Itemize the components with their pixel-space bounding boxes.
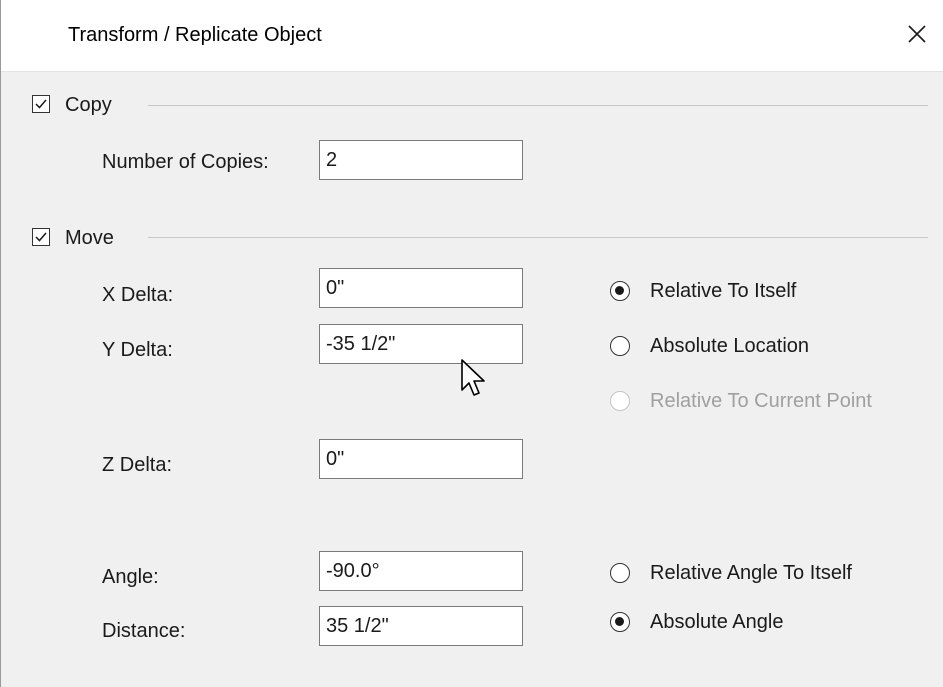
checkmark-icon bbox=[35, 99, 47, 109]
relative-angle-to-itself-label[interactable]: Relative Angle To Itself bbox=[650, 562, 852, 585]
number-of-copies-label: Number of Copies: bbox=[102, 151, 269, 173]
title-bar: Transform / Replicate Object bbox=[1, 0, 943, 72]
dialog-title: Transform / Replicate Object bbox=[68, 24, 322, 46]
copy-checkbox[interactable] bbox=[32, 95, 50, 113]
absolute-location-radio[interactable] bbox=[610, 336, 630, 356]
z-delta-input[interactable] bbox=[319, 439, 523, 479]
relative-to-current-point-radio bbox=[610, 391, 630, 411]
relative-to-current-point-label: Relative To Current Point bbox=[650, 390, 872, 412]
y-delta-label: Y Delta: bbox=[102, 339, 173, 361]
distance-input[interactable] bbox=[319, 606, 523, 646]
angle-label: Angle: bbox=[102, 566, 159, 588]
absolute-location-label[interactable]: Absolute Location bbox=[650, 335, 809, 358]
y-delta-input[interactable] bbox=[319, 324, 523, 364]
angle-input[interactable] bbox=[319, 551, 523, 591]
checkmark-icon bbox=[35, 232, 47, 242]
relative-angle-to-itself-radio[interactable] bbox=[610, 563, 630, 583]
move-checkbox[interactable] bbox=[32, 228, 50, 246]
close-button[interactable] bbox=[895, 14, 939, 54]
mouse-pointer-icon bbox=[461, 359, 485, 396]
move-section-label[interactable]: Move bbox=[65, 227, 114, 250]
relative-to-itself-radio[interactable] bbox=[610, 281, 630, 301]
radio-selected-dot bbox=[615, 286, 624, 295]
x-delta-input[interactable] bbox=[319, 268, 523, 308]
transform-replicate-dialog: Transform / Replicate Object Copy Number… bbox=[0, 0, 943, 687]
move-section-divider bbox=[148, 237, 928, 238]
distance-label: Distance: bbox=[102, 620, 186, 642]
number-of-copies-input[interactable] bbox=[319, 140, 523, 180]
close-icon bbox=[908, 25, 926, 43]
absolute-angle-label[interactable]: Absolute Angle bbox=[650, 611, 783, 634]
copy-section-divider bbox=[148, 105, 928, 106]
relative-to-itself-label[interactable]: Relative To Itself bbox=[650, 280, 796, 303]
absolute-angle-radio[interactable] bbox=[610, 612, 630, 632]
x-delta-label: X Delta: bbox=[102, 284, 174, 306]
copy-section-label[interactable]: Copy bbox=[65, 94, 112, 117]
radio-selected-dot bbox=[615, 617, 624, 626]
z-delta-label: Z Delta: bbox=[102, 454, 173, 476]
